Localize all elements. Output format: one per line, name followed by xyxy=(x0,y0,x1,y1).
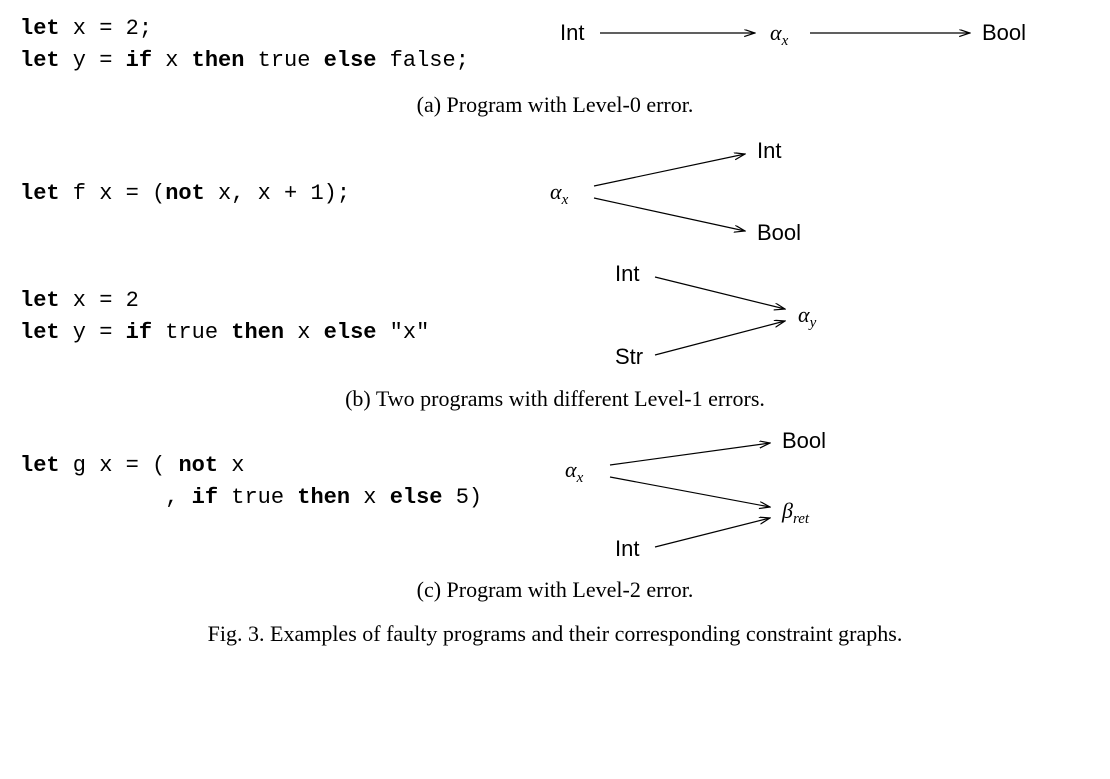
arrow-icon xyxy=(610,443,770,465)
code-b1: let f x = (not x, x + 1); xyxy=(20,178,520,210)
code-a: let x = 2; let y = if x then true else f… xyxy=(20,13,520,77)
constraint-graph-a: Int αx Bool xyxy=(520,10,1080,80)
constraint-graph-b1: αx Int Bool xyxy=(520,136,1080,251)
code-line: let g x = ( not x xyxy=(20,450,520,482)
code-line: let f x = (not x, x + 1); xyxy=(20,178,520,210)
node-bool: Bool xyxy=(982,20,1026,45)
node-alpha-x: αx xyxy=(550,179,569,208)
constraint-graph-b2: Int Str αy xyxy=(520,259,1080,374)
code-line: let x = 2; xyxy=(20,13,520,45)
section-c: let g x = ( not x , if true then x else … xyxy=(20,430,1090,565)
constraint-graph-c: αx Int Bool βret xyxy=(520,430,1080,565)
graph-c: αx Int Bool βret xyxy=(520,430,1090,565)
section-b1: let f x = (not x, x + 1); αx Int Bool xyxy=(20,136,1090,251)
code-b2: let x = 2 let y = if true then x else "x… xyxy=(20,285,520,349)
caption-a: (a) Program with Level-0 error. xyxy=(20,92,1090,118)
node-int: Int xyxy=(615,261,639,286)
graph-b1: αx Int Bool xyxy=(520,136,1090,251)
node-bool: Bool xyxy=(757,220,801,245)
code-line: let y = if true then x else "x" xyxy=(20,317,520,349)
figure-caption: Fig. 3. Examples of faulty programs and … xyxy=(20,621,1090,647)
code-line: , if true then x else 5) xyxy=(20,482,520,514)
code-line: let y = if x then true else false; xyxy=(20,45,520,77)
node-alpha-x: αx xyxy=(770,20,789,49)
arrow-icon xyxy=(594,154,745,186)
node-alpha-x: αx xyxy=(565,457,584,486)
caption-b: (b) Two programs with different Level-1 … xyxy=(20,386,1090,412)
arrow-icon xyxy=(655,321,785,355)
node-alpha-y: αy xyxy=(798,302,817,331)
section-b2: let x = 2 let y = if true then x else "x… xyxy=(20,259,1090,374)
graph-a: Int αx Bool xyxy=(520,10,1090,80)
node-bool: Bool xyxy=(782,428,826,453)
node-int: Int xyxy=(615,536,639,561)
code-c: let g x = ( not x , if true then x else … xyxy=(20,418,520,577)
node-str: Str xyxy=(615,344,643,369)
arrow-icon xyxy=(594,198,745,231)
section-a: let x = 2; let y = if x then true else f… xyxy=(20,10,1090,80)
node-int: Int xyxy=(560,20,584,45)
code-line: let x = 2 xyxy=(20,285,520,317)
arrow-icon xyxy=(655,277,785,309)
caption-c: (c) Program with Level-2 error. xyxy=(20,577,1090,603)
arrow-icon xyxy=(610,477,770,507)
arrow-icon xyxy=(655,518,770,547)
node-int: Int xyxy=(757,138,781,163)
graph-b2: Int Str αy xyxy=(520,259,1090,374)
node-beta-ret: βret xyxy=(781,498,810,527)
